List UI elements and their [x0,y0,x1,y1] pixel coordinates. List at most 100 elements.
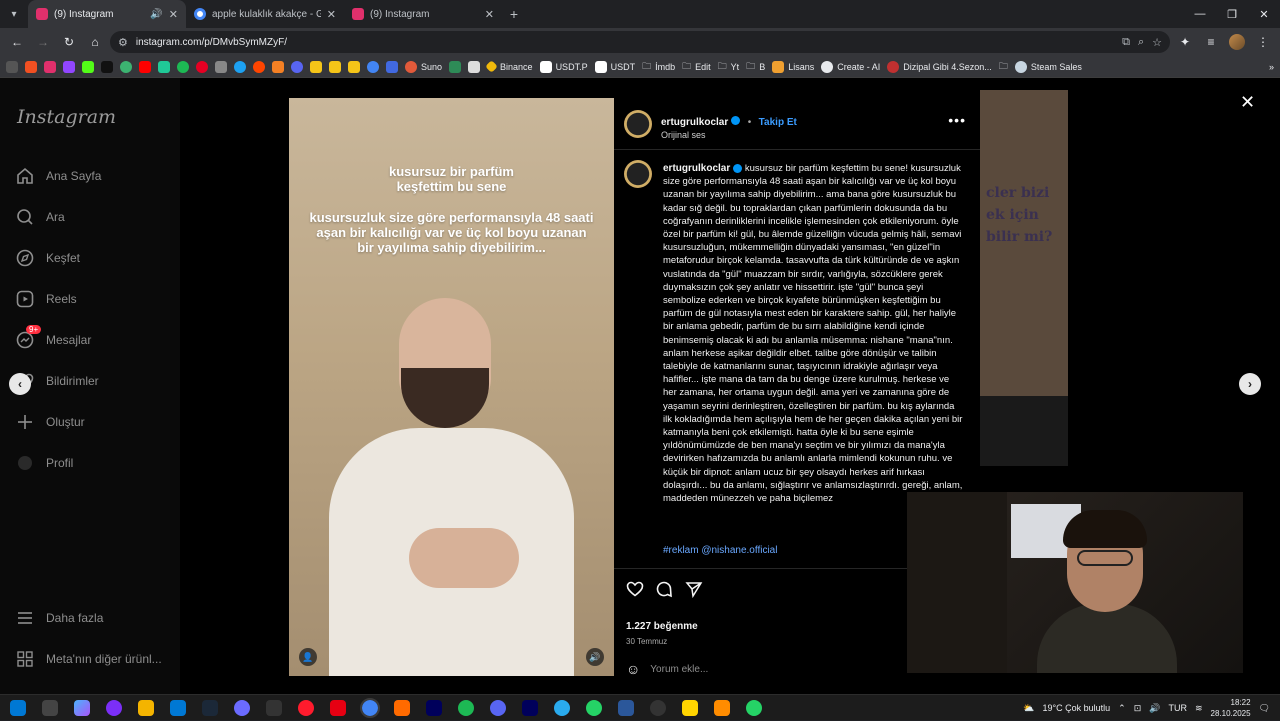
comment-input[interactable]: Yorum ekle... [650,664,708,675]
restore-icon[interactable]: ❐ [1216,0,1248,28]
bookmark-lisans[interactable]: Lisans [772,60,814,73]
start-icon[interactable] [10,699,26,716]
telegram-icon[interactable] [554,699,570,716]
browser-tab-3[interactable]: (9) Instagram ✕ [344,0,502,28]
discord-bookmark-icon[interactable] [291,60,303,73]
sidebar-item-create[interactable]: Oluştur [16,413,85,431]
bookmark-icon[interactable] [329,60,341,73]
obs-icon[interactable] [650,699,666,716]
post-video[interactable]: kusursuz bir parfüm keşfettim bu sene ku… [289,98,614,676]
more-bookmarks-icon[interactable]: » [1269,62,1274,72]
instagram-logo[interactable]: Instagram [17,106,116,128]
bookmark-create-ai[interactable]: Create - AI [821,60,880,73]
zoom-icon[interactable]: ⌕ [1138,36,1144,49]
mute-icon[interactable]: 🔊 [586,648,604,666]
bookmark-icon[interactable] [386,60,398,73]
instagram-bookmark-icon[interactable] [44,60,56,73]
volume-icon[interactable]: 🔊 [1149,703,1160,714]
sidebar-item-messages[interactable]: 9+ Mesajlar [16,325,91,349]
spotify-bookmark-icon[interactable] [177,60,189,73]
comment-bubble-icon[interactable] [654,579,674,599]
apps-grid-icon[interactable] [6,60,18,73]
network-icon[interactable]: ⊡ [1134,703,1142,714]
tagged-user-icon[interactable]: 👤 [299,648,317,666]
language-indicator[interactable]: TUR [1168,703,1187,713]
app-icon[interactable] [618,699,634,716]
bookmark-folder-edit[interactable]: 🗀 Edit [682,59,711,75]
audio-label[interactable]: Orijinal ses [661,130,797,140]
outlook-icon[interactable] [170,699,186,716]
calculator-icon[interactable] [266,699,282,716]
caption-username[interactable]: ertugrulkoclar [663,163,730,174]
clock[interactable]: 18:22 28.10.2025 [1211,697,1251,719]
youtube-bookmark-icon[interactable] [139,60,151,73]
app-icon[interactable] [714,699,730,716]
after-effects-icon[interactable] [426,699,442,716]
bookmark-steam-sales[interactable]: Steam Sales [1014,60,1082,73]
next-post-button[interactable]: › [1239,373,1261,395]
bookmark-icon[interactable] [367,60,379,73]
bookmark-folder[interactable]: 🗀 [999,59,1008,75]
tiktok-bookmark-icon[interactable] [101,60,113,73]
speaker-icon[interactable]: 🔊 [150,9,162,20]
twitch-bookmark-icon[interactable] [63,60,75,73]
twitter-bookmark-icon[interactable] [234,60,246,73]
close-tab-icon[interactable]: ✕ [327,8,336,21]
bookmark-suno[interactable]: Suno [405,60,442,73]
previous-post-button[interactable]: ‹ [9,373,31,395]
weather-text[interactable]: 19°C Çok bulutlu [1043,703,1111,713]
bookmark-binance[interactable]: Binance [485,60,533,73]
avatar[interactable] [624,110,652,138]
copilot-icon[interactable] [74,699,90,716]
kick-bookmark-icon[interactable] [82,60,94,73]
pinterest-bookmark-icon[interactable] [196,60,208,73]
install-app-icon[interactable]: ⧉ [1122,36,1130,49]
app-icon[interactable] [330,699,346,716]
app-icon[interactable] [746,699,762,716]
app-icon[interactable] [234,699,250,716]
back-icon[interactable]: ← [6,31,28,53]
sticky-notes-icon[interactable] [682,699,698,716]
weather-icon[interactable]: ⛅ [1023,703,1034,714]
opera-icon[interactable] [298,699,314,716]
windows-favicon-icon[interactable] [25,60,37,73]
whatsapp-icon[interactable] [586,699,602,716]
emoji-icon[interactable]: ☺ [626,661,640,677]
bookmark-icon[interactable] [215,60,227,73]
sidebar-item-explore[interactable]: Keşfet [16,249,80,267]
close-tab-icon[interactable]: ✕ [169,8,178,21]
home-button-icon[interactable]: ⌂ [84,31,106,53]
sidebar-item-meta[interactable]: Meta'nın diğer ürünl... [16,650,162,668]
site-info-icon[interactable]: ⚙ [118,36,128,49]
browser-tab-1[interactable]: (9) Instagram 🔊 ✕ [28,0,186,28]
app-icon[interactable] [106,699,122,716]
follow-button[interactable]: Takip Et [759,117,797,128]
file-explorer-icon[interactable] [138,699,154,716]
audition-icon[interactable] [522,699,538,716]
close-tab-icon[interactable]: ✕ [485,8,494,21]
bookmark-star-icon[interactable]: ☆ [1152,36,1162,49]
app-icon[interactable] [394,699,410,716]
steam-icon[interactable] [202,699,218,716]
extensions-icon[interactable]: ✦ [1174,31,1196,53]
chrome-icon[interactable] [360,697,380,718]
post-username[interactable]: ertugrulkoclar [661,117,728,128]
bookmark-usdt[interactable]: USDT [594,60,635,73]
browser-menu-icon[interactable]: ⋮ [1252,31,1274,53]
bookmark-icon[interactable] [272,60,284,73]
reload-icon[interactable]: ↻ [58,31,80,53]
avatar[interactable] [624,160,652,188]
sidebar-item-more[interactable]: Daha fazla [16,609,103,627]
sidebar-item-reels[interactable]: Reels [16,290,77,308]
task-view-icon[interactable] [42,699,58,716]
like-count[interactable]: 1.227 beğenme [626,621,698,632]
bookmark-folder-b[interactable]: 🗀 B [746,59,765,75]
sidebar-item-home[interactable]: Ana Sayfa [16,167,101,185]
reading-list-icon[interactable]: ≡ [1200,31,1222,53]
reddit-bookmark-icon[interactable] [253,60,265,73]
bookmark-icon[interactable] [310,60,322,73]
sidebar-item-profile[interactable]: Profil [16,454,73,472]
bookmark-icon[interactable] [158,60,170,73]
like-heart-icon[interactable] [625,579,645,599]
bookmark-dizipal[interactable]: Dizipal Gibi 4.Sezon... [887,60,992,73]
